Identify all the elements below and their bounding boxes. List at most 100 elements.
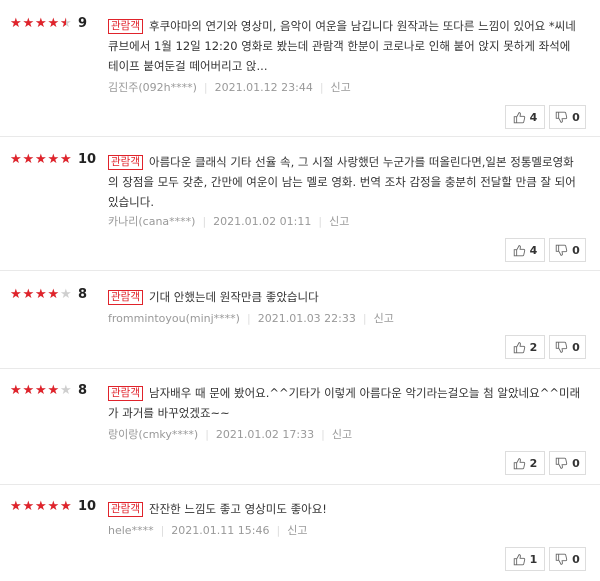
star-icon: ★★ bbox=[22, 287, 35, 302]
divider bbox=[0, 368, 600, 369]
star-icon: ★★ bbox=[60, 152, 72, 167]
review-date: 2021.01.12 23:44 bbox=[214, 81, 313, 94]
review-content: 관람객 아름다운 클래식 기타 선율 속, 그 시절 사랑했던 누군가를 떠올린다… bbox=[108, 152, 583, 212]
dislike-button[interactable]: 0 bbox=[549, 335, 586, 359]
dislike-button[interactable]: 0 bbox=[549, 451, 586, 475]
star-icon: ★★ bbox=[10, 152, 22, 167]
star-icon: ★★ bbox=[35, 16, 47, 31]
thumbs-down-icon bbox=[555, 244, 568, 256]
review-author[interactable]: frommintoyou(minj****) bbox=[108, 312, 240, 325]
star-icon: ★★ bbox=[22, 499, 35, 514]
review-content: 관람객 잔잔한 느낌도 좋고 영상미도 좋아요! bbox=[108, 499, 583, 519]
report-link[interactable]: 신고 bbox=[287, 524, 307, 537]
report-link[interactable]: 신고 bbox=[332, 428, 352, 441]
dislike-button[interactable]: 0 bbox=[549, 547, 586, 571]
like-button[interactable]: 2 bbox=[505, 335, 545, 359]
thumbs-down-icon bbox=[555, 457, 568, 469]
review-meta: 김진주(092h****) | 2021.01.12 23:44 | 신고 bbox=[108, 81, 351, 94]
report-link[interactable]: 신고 bbox=[374, 312, 394, 325]
review-text: 잔잔한 느낌도 좋고 영상미도 좋아요! bbox=[148, 502, 327, 516]
review-meta: hele**** | 2021.01.11 15:46 | 신고 bbox=[108, 524, 308, 537]
thumbs-up-icon bbox=[513, 553, 525, 565]
review-author[interactable]: 랑이랑(cmky****) bbox=[108, 428, 198, 441]
review-date: 2021.01.02 01:11 bbox=[213, 215, 312, 228]
star-icon: ★★ bbox=[22, 383, 35, 398]
review-date: 2021.01.11 15:46 bbox=[171, 524, 270, 537]
star-icon: ★★ bbox=[35, 287, 47, 302]
divider bbox=[0, 136, 600, 137]
review-content: 관람객 남자배우 때 문에 봤어요.^^기타가 이렇게 아름다운 악기라는걸오늘 … bbox=[108, 383, 583, 423]
review-author[interactable]: hele**** bbox=[108, 524, 154, 537]
review-score: 9 bbox=[78, 16, 88, 31]
star-icon: ★★ bbox=[60, 383, 72, 398]
star-icon: ★★ bbox=[10, 16, 22, 31]
review-score: 10 bbox=[78, 152, 97, 167]
review-meta: 카나리(cana****) | 2021.01.02 01:11 | 신고 bbox=[108, 215, 350, 228]
divider bbox=[0, 270, 600, 271]
star-icon: ★★ bbox=[60, 16, 72, 31]
star-icon: ★★ bbox=[47, 499, 60, 514]
review-meta: frommintoyou(minj****) | 2021.01.03 22:33 |… bbox=[108, 312, 394, 325]
review-text: 아름다운 클래식 기타 선율 속, 그 시절 사랑했던 누군가를 떠올린다면,일… bbox=[108, 155, 576, 209]
star-rating: ★★★★★★★★★★ bbox=[10, 499, 73, 515]
like-count: 4 bbox=[529, 243, 538, 257]
dislike-button[interactable]: 0 bbox=[549, 105, 586, 129]
review-text: 후쿠야마의 연기와 영상미, 음악이 여운을 남깁니다 원작과는 또다른 느낌이… bbox=[108, 19, 576, 73]
star-icon: ★★ bbox=[22, 152, 35, 167]
star-icon: ★★ bbox=[60, 499, 72, 514]
review-score: 8 bbox=[78, 287, 88, 302]
star-icon: ★★ bbox=[10, 287, 22, 302]
dislike-count: 0 bbox=[572, 340, 580, 354]
dislike-count: 0 bbox=[572, 456, 580, 470]
viewer-badge: 관람객 bbox=[108, 290, 143, 305]
like-button[interactable]: 2 bbox=[505, 451, 545, 475]
review-date: 2021.01.02 17:33 bbox=[215, 428, 315, 441]
star-icon: ★★ bbox=[35, 152, 47, 167]
star-rating: ★★★★★★★★★★ bbox=[10, 16, 73, 32]
review-meta: 랑이랑(cmky****) | 2021.01.02 17:33 | 신고 bbox=[108, 428, 353, 441]
like-button[interactable]: 4 bbox=[505, 238, 545, 262]
star-icon: ★★ bbox=[47, 16, 60, 31]
dislike-button[interactable]: 0 bbox=[549, 238, 586, 262]
like-button[interactable]: 4 bbox=[505, 105, 545, 129]
review-author[interactable]: 카나리(cana****) bbox=[108, 215, 195, 228]
star-icon: ★★ bbox=[47, 383, 60, 398]
thumbs-up-icon bbox=[513, 341, 525, 353]
dislike-count: 0 bbox=[572, 552, 580, 566]
report-link[interactable]: 신고 bbox=[331, 81, 351, 94]
star-rating: ★★★★★★★★★★ bbox=[10, 152, 73, 168]
thumbs-down-icon bbox=[555, 341, 568, 353]
star-rating: ★★★★★★★★★★ bbox=[10, 287, 73, 303]
like-count: 2 bbox=[529, 456, 538, 470]
star-icon: ★★ bbox=[47, 152, 60, 167]
star-icon: ★★ bbox=[10, 499, 22, 514]
review-author[interactable]: 김진주(092h****) bbox=[108, 81, 197, 94]
star-icon: ★★ bbox=[22, 16, 35, 31]
star-icon: ★★ bbox=[47, 287, 60, 302]
review-score: 8 bbox=[78, 383, 88, 398]
thumbs-up-icon bbox=[513, 457, 525, 469]
viewer-badge: 관람객 bbox=[108, 502, 143, 517]
viewer-badge: 관람객 bbox=[108, 386, 143, 401]
dislike-count: 0 bbox=[572, 243, 580, 257]
like-count: 1 bbox=[529, 552, 538, 566]
star-icon: ★★ bbox=[10, 383, 22, 398]
review-content: 관람객 기대 안했는데 원작만큼 좋았습니다 bbox=[108, 287, 583, 307]
report-link[interactable]: 신고 bbox=[329, 215, 349, 228]
star-icon: ★★ bbox=[60, 287, 72, 302]
like-count: 4 bbox=[529, 110, 538, 124]
review-text: 기대 안했는데 원작만큼 좋았습니다 bbox=[148, 290, 319, 304]
review-content: 관람객 후쿠야마의 연기와 영상미, 음악이 여운을 남깁니다 원작과는 또다른 … bbox=[108, 16, 583, 76]
star-icon: ★★ bbox=[35, 499, 47, 514]
review-date: 2021.01.03 22:33 bbox=[257, 312, 356, 325]
divider bbox=[0, 484, 600, 485]
thumbs-up-icon bbox=[513, 111, 525, 123]
thumbs-down-icon bbox=[555, 553, 568, 565]
like-button[interactable]: 1 bbox=[505, 547, 545, 571]
dislike-count: 0 bbox=[572, 110, 580, 124]
star-icon: ★★ bbox=[35, 383, 47, 398]
like-count: 2 bbox=[529, 340, 538, 354]
star-rating: ★★★★★★★★★★ bbox=[10, 383, 73, 399]
viewer-badge: 관람객 bbox=[108, 155, 143, 170]
thumbs-up-icon bbox=[513, 244, 525, 256]
